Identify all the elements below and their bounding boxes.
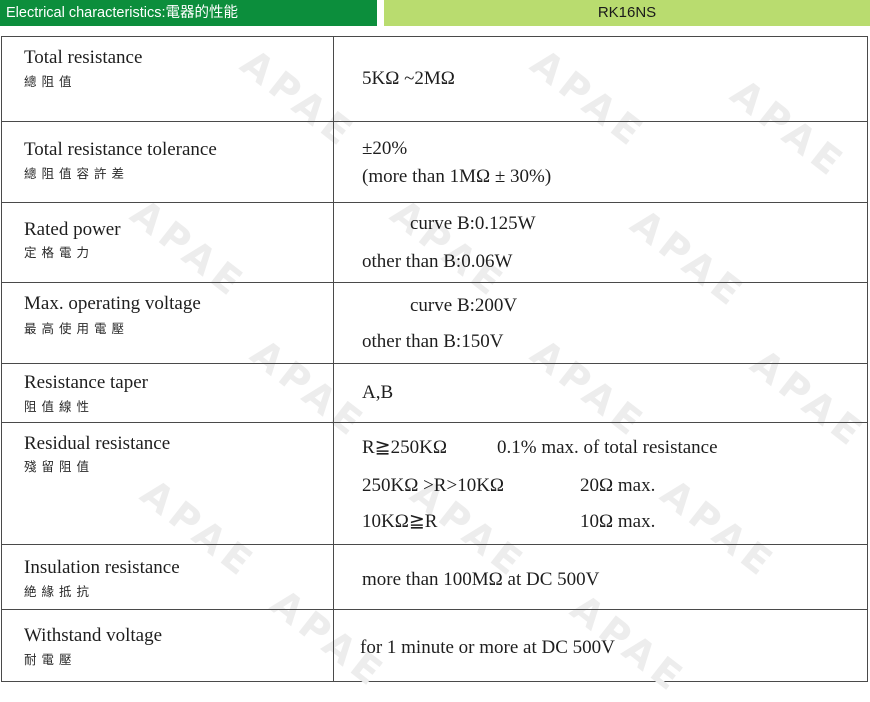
row-name: Total resistance <box>24 47 143 68</box>
row-value: R≧250KΩ <box>362 437 447 458</box>
section-title: Electrical characteristics:電器的性能 <box>0 0 377 26</box>
row-value: other than B:150V <box>362 331 504 352</box>
table-row: Resistance taper 阻值線性 A,B <box>2 364 867 423</box>
characteristics-table: APAE APAE APAE APAE APAE APAE APAE APAE … <box>1 36 870 702</box>
model-title: RK16NS <box>384 0 870 26</box>
row-name-cjk: 總阻值 <box>24 74 77 89</box>
row-name-cjk: 定格電力 <box>24 245 95 260</box>
row-value: curve B:200V <box>410 295 518 316</box>
row-value: (more than 1MΩ ± 30%) <box>362 166 552 187</box>
row-name-cjk: 總阻值容許差 <box>24 166 130 181</box>
row-value: 20Ω max. <box>580 475 656 496</box>
row-value: A,B <box>362 382 394 403</box>
row-value: ±20% <box>362 138 408 159</box>
row-name: Resistance taper <box>24 372 148 393</box>
row-value: curve B:0.125W <box>410 213 536 234</box>
table-row: Total resistance tolerance 總阻值容許差 ±20% (… <box>2 122 867 203</box>
row-name-cjk: 最高使用電壓 <box>24 321 130 336</box>
row-name: Max. operating voltage <box>24 293 201 314</box>
table-row: Residual resistance 殘留阻值 R≧250KΩ 0.1% ma… <box>2 423 867 545</box>
row-name: Withstand voltage <box>24 625 163 646</box>
row-name: Insulation resistance <box>24 557 180 578</box>
table-row: Total resistance 總阻值 5KΩ ~2MΩ <box>2 37 867 122</box>
table-row: Rated power 定格電力 curve B:0.125W other th… <box>2 203 867 283</box>
row-name-cjk: 絶緣抵抗 <box>24 584 95 599</box>
row-value: 0.1% max. of total resistance <box>497 437 718 458</box>
row-value: 10Ω max. <box>580 511 656 532</box>
table-row: Insulation resistance 絶緣抵抗 more than 100… <box>2 545 867 610</box>
row-name-cjk: 耐電壓 <box>24 652 77 667</box>
row-value: 250KΩ >R>10KΩ <box>362 475 505 496</box>
row-value: 5KΩ ~2MΩ <box>362 68 455 89</box>
row-value: 10KΩ≧R <box>362 511 438 532</box>
row-name: Total resistance tolerance <box>24 139 217 160</box>
row-name: Rated power <box>24 219 121 240</box>
row-value: other than B:0.06W <box>362 251 513 272</box>
row-value: for 1 minute or more at DC 500V <box>360 637 615 658</box>
row-name: Residual resistance <box>24 433 171 454</box>
row-name-cjk: 殘留阻值 <box>24 459 95 474</box>
table-row: Withstand voltage 耐電壓 for 1 minute or mo… <box>2 610 867 681</box>
row-value: more than 100MΩ at DC 500V <box>362 569 600 590</box>
table-row: Max. operating voltage 最高使用電壓 curve B:20… <box>2 283 867 364</box>
row-name-cjk: 阻值線性 <box>24 399 95 414</box>
